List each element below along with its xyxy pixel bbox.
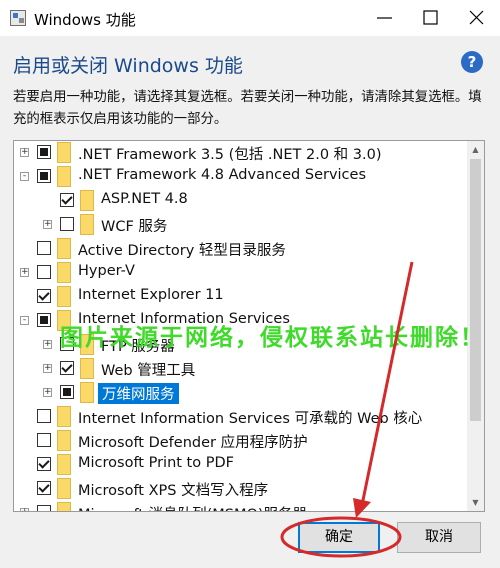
folder-icon: [80, 358, 94, 379]
feature-checkbox[interactable]: [37, 433, 51, 447]
expander-icon[interactable]: +: [20, 148, 29, 157]
feature-checkbox[interactable]: [37, 241, 51, 255]
folder-icon: [57, 406, 71, 427]
expander-icon[interactable]: -: [20, 172, 29, 181]
feature-label: Microsoft XPS 文档写入程序: [78, 483, 269, 499]
expander-icon[interactable]: +: [20, 268, 29, 277]
expander-icon[interactable]: +: [43, 364, 52, 373]
expander-icon[interactable]: +: [43, 220, 52, 229]
description-text: 若要启用一种功能，请选择其复选框。若要关闭一种功能，请清除其复选框。填充的框表示…: [13, 90, 482, 127]
help-icon[interactable]: ?: [461, 51, 483, 73]
folder-icon: [57, 502, 71, 511]
feature-label: Microsoft Defender 应用程序防护: [78, 435, 308, 451]
feature-checkbox[interactable]: [60, 385, 74, 399]
feature-label: .NET Framework 3.5 (包括 .NET 2.0 和 3.0): [78, 147, 382, 163]
folder-icon: [80, 382, 94, 403]
feature-label: Hyper-V: [78, 263, 135, 279]
folder-icon: [57, 454, 71, 475]
feature-checkbox[interactable]: [37, 313, 51, 327]
maximize-icon: [423, 10, 438, 25]
scroll-up-icon[interactable]: ▲: [467, 141, 484, 158]
expander-icon[interactable]: +: [43, 388, 52, 397]
maximize-button[interactable]: [408, 0, 454, 36]
feature-checkbox[interactable]: [37, 169, 51, 183]
feature-checkbox[interactable]: [37, 265, 51, 279]
minimize-button[interactable]: [362, 0, 408, 36]
folder-icon: [57, 142, 71, 163]
folder-icon: [57, 262, 71, 283]
watermark-text: 图片来源于网络，侵权联系站长删除！: [60, 325, 485, 351]
feature-label: Internet Explorer 11: [78, 287, 224, 303]
feature-label: 万维网服务: [98, 383, 179, 404]
feature-checkbox[interactable]: [37, 145, 51, 159]
folder-icon: [57, 238, 71, 259]
feature-label: Internet Information Services 可承载的 Web 核…: [78, 411, 423, 427]
expander-icon[interactable]: +: [20, 508, 29, 511]
minimize-icon: [377, 17, 392, 19]
window-title: Windows 功能: [34, 11, 136, 29]
dialog-heading: 启用或关闭 Windows 功能: [13, 55, 243, 77]
feature-label: ASP.NET 4.8: [101, 191, 188, 207]
feature-checkbox[interactable]: [37, 289, 51, 303]
windows-features-icon: [10, 10, 26, 26]
folder-icon: [80, 190, 94, 211]
ok-button[interactable]: 确定: [298, 522, 380, 553]
folder-icon: [57, 286, 71, 307]
expander-icon[interactable]: +: [43, 340, 52, 349]
scroll-down-icon[interactable]: ▼: [467, 494, 484, 511]
feature-checkbox[interactable]: [60, 217, 74, 231]
feature-checkbox[interactable]: [37, 505, 51, 511]
close-icon: [469, 10, 484, 25]
cancel-button[interactable]: 取消: [397, 522, 481, 553]
feature-label: Microsoft 消息队列(MSMQ)服务器: [78, 503, 307, 511]
expander-icon[interactable]: -: [20, 316, 29, 325]
feature-label: .NET Framework 4.8 Advanced Services: [78, 167, 367, 183]
feature-label: Web 管理工具: [101, 363, 196, 379]
feature-checkbox[interactable]: [37, 481, 51, 495]
feature-label: WCF 服务: [101, 219, 168, 235]
close-button[interactable]: [454, 0, 500, 36]
feature-checkbox[interactable]: [37, 457, 51, 471]
folder-icon: [57, 478, 71, 499]
feature-checkbox[interactable]: [60, 361, 74, 375]
feature-label: Active Directory 轻型目录服务: [78, 243, 286, 259]
title-bar: Windows 功能: [0, 0, 500, 36]
folder-icon: [57, 166, 71, 187]
folder-icon: [57, 430, 71, 451]
folder-icon: [80, 214, 94, 235]
feature-checkbox[interactable]: [37, 409, 51, 423]
feature-checkbox[interactable]: [60, 193, 74, 207]
feature-label: Microsoft Print to PDF: [78, 455, 234, 471]
scroll-thumb[interactable]: [470, 159, 481, 421]
